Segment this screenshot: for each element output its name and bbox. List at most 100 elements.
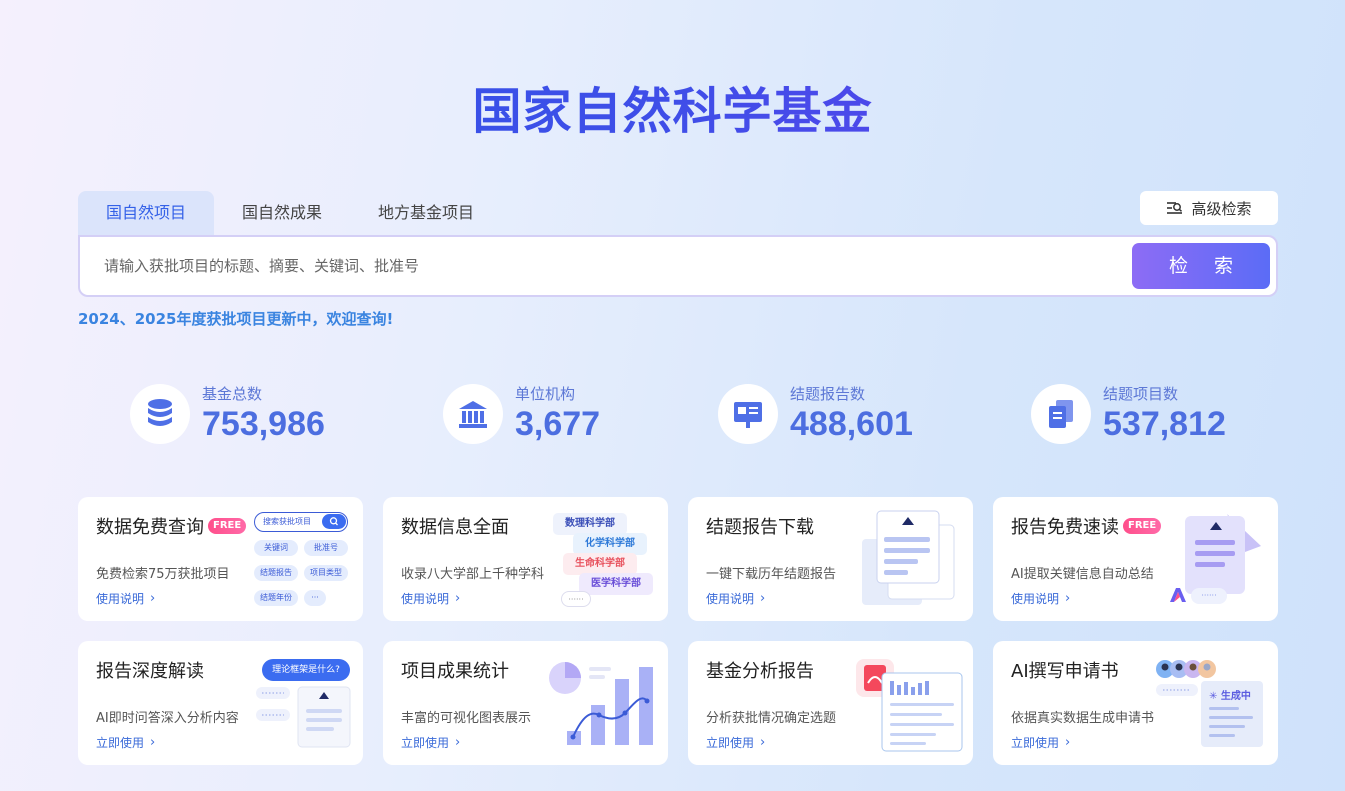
card-title: AI撰写申请书 bbox=[1011, 657, 1119, 683]
free-badge: FREE bbox=[1123, 518, 1162, 534]
card-desc: 分析获批情况确定选题 bbox=[706, 711, 837, 726]
text-line bbox=[1209, 707, 1239, 710]
documents-icon bbox=[1031, 384, 1091, 444]
card-title: 报告免费速读 FREE bbox=[1011, 513, 1162, 539]
chevron-right-icon: › bbox=[760, 735, 766, 750]
chat-document-icon bbox=[256, 686, 351, 748]
card-link[interactable]: 使用说明 › bbox=[706, 590, 765, 607]
search-input[interactable] bbox=[104, 251, 1104, 281]
search-button[interactable]: 检 索 bbox=[1132, 243, 1270, 289]
text-line bbox=[1209, 734, 1235, 737]
card-final-report-download[interactable]: 结题报告下载 一键下载历年结题报告 使用说明 › bbox=[688, 497, 973, 621]
advanced-search-button[interactable]: 高级检索 bbox=[1140, 191, 1278, 225]
card-link-text: 使用说明 bbox=[401, 592, 450, 606]
card-link[interactable]: 使用说明 › bbox=[96, 590, 155, 607]
filter-search-icon bbox=[1167, 201, 1183, 214]
card-link[interactable]: 立即使用 › bbox=[401, 734, 460, 751]
typing-bubble-icon bbox=[1156, 684, 1198, 696]
card-title-text: AI撰写申请书 bbox=[1011, 661, 1119, 682]
mini-search-icon bbox=[322, 514, 346, 529]
search-box: 检 索 bbox=[78, 235, 1278, 297]
filter-pill: 结题年份 bbox=[254, 590, 298, 606]
card-ai-write-application[interactable]: AI撰写申请书 依据真实数据生成申请书 立即使用 › ✳ 生成中 bbox=[993, 641, 1278, 765]
filter-pill: 结题报告 bbox=[254, 565, 298, 581]
update-notice: 2024、2025年度获批项目更新中，欢迎查询! bbox=[78, 310, 394, 328]
generating-status-text: 生成中 bbox=[1220, 691, 1251, 702]
chevron-right-icon: › bbox=[1065, 591, 1071, 606]
loading-spinner-icon: ✳ bbox=[1209, 691, 1218, 702]
card-link-text: 使用说明 bbox=[1011, 592, 1060, 606]
card-link[interactable]: 立即使用 › bbox=[1011, 734, 1070, 751]
card-desc: 依据真实数据生成申请书 bbox=[1011, 711, 1155, 726]
card-title: 报告深度解读 bbox=[96, 657, 204, 683]
card-link-text: 立即使用 bbox=[401, 736, 450, 750]
filter-pill: ··· bbox=[304, 590, 326, 606]
card-link[interactable]: 立即使用 › bbox=[706, 734, 765, 751]
card-title-text: 结题报告下载 bbox=[706, 517, 814, 538]
card-title: 基金分析报告 bbox=[706, 657, 814, 683]
stat-final-reports: 结题报告数 488,601 bbox=[718, 382, 913, 446]
pdf-analysis-icon bbox=[856, 659, 963, 752]
stat-label: 单位机构 bbox=[515, 385, 576, 403]
advanced-search-label: 高级检索 bbox=[1191, 199, 1252, 218]
more-tag: ······ bbox=[561, 591, 591, 607]
card-title-text: 数据免费查询 bbox=[96, 517, 204, 538]
stat-fund-total: 基金总数 753,986 bbox=[130, 382, 325, 446]
chevron-right-icon: › bbox=[150, 591, 156, 606]
card-link[interactable]: 立即使用 › bbox=[96, 734, 155, 751]
chevron-right-icon: › bbox=[455, 735, 461, 750]
card-link[interactable]: 使用说明 › bbox=[1011, 590, 1070, 607]
card-desc: AI提取关键信息自动总结 bbox=[1011, 567, 1154, 582]
generating-status: ✳ 生成中 bbox=[1209, 687, 1251, 702]
card-link-text: 立即使用 bbox=[96, 736, 145, 750]
database-icon bbox=[130, 384, 190, 444]
card-title-text: 数据信息全面 bbox=[401, 517, 509, 538]
card-title-text: 项目成果统计 bbox=[401, 661, 509, 682]
card-link-text: 立即使用 bbox=[1011, 736, 1060, 750]
card-project-achievement-stats[interactable]: 项目成果统计 丰富的可视化图表展示 立即使用 › bbox=[383, 641, 668, 765]
card-title-text: 报告深度解读 bbox=[96, 661, 204, 682]
card-free-report-speed-read[interactable]: 报告免费速读 FREE AI提取关键信息自动总结 使用说明 › ······ bbox=[993, 497, 1278, 621]
card-free-data-query[interactable]: 数据免费查询 FREE 免费检索75万获批项目 使用说明 › 搜索获批项目 关键词… bbox=[78, 497, 363, 621]
stat-value: 537,812 bbox=[1103, 405, 1226, 443]
card-comprehensive-data[interactable]: 数据信息全面 收录八大学部上千种学科 使用说明 › 数理科学部 化学科学部 生命科… bbox=[383, 497, 668, 621]
chevron-right-icon: › bbox=[1065, 735, 1071, 750]
card-title: 结题报告下载 bbox=[706, 513, 814, 539]
card-title-text: 基金分析报告 bbox=[706, 661, 814, 682]
card-desc: AI即时问答深入分析内容 bbox=[96, 711, 239, 726]
filter-pill: 关键词 bbox=[254, 540, 298, 556]
chevron-right-icon: › bbox=[455, 591, 461, 606]
card-title: 数据信息全面 bbox=[401, 513, 509, 539]
stat-institutions: 单位机构 3,677 bbox=[443, 382, 600, 446]
card-desc: 收录八大学部上千种学科 bbox=[401, 567, 545, 582]
card-report-deep-reading[interactable]: 报告深度解读 AI即时问答深入分析内容 立即使用 › 理论框架是什么? bbox=[78, 641, 363, 765]
department-tag: 数理科学部 bbox=[553, 513, 627, 535]
card-link-text: 使用说明 bbox=[706, 592, 755, 606]
search-tabs: 国自然项目 国自然成果 地方基金项目 bbox=[78, 191, 502, 235]
tab-nsfc-achievements[interactable]: 国自然成果 bbox=[214, 191, 350, 235]
card-link[interactable]: 使用说明 › bbox=[401, 590, 460, 607]
card-desc: 免费检索75万获批项目 bbox=[96, 567, 230, 582]
stat-label: 基金总数 bbox=[202, 385, 263, 403]
stat-value: 488,601 bbox=[790, 405, 913, 443]
chart-illustration-icon bbox=[549, 662, 653, 745]
stat-label: 结题项目数 bbox=[1103, 385, 1179, 403]
card-link-text: 立即使用 bbox=[706, 736, 755, 750]
stat-final-projects: 结题项目数 537,812 bbox=[1031, 382, 1226, 446]
department-tag: 医学科学部 bbox=[579, 573, 653, 595]
free-badge: FREE bbox=[208, 518, 247, 534]
ai-logo-icon bbox=[1170, 588, 1186, 602]
tab-local-fund-projects[interactable]: 地方基金项目 bbox=[350, 191, 502, 235]
department-tag: 化学科学部 bbox=[573, 533, 647, 555]
stat-value: 3,677 bbox=[515, 405, 601, 443]
department-tag: 生命科学部 bbox=[563, 553, 637, 575]
card-title-text: 报告免费速读 bbox=[1011, 517, 1119, 538]
filter-pill: 项目类型 bbox=[304, 565, 348, 581]
user-avatars-icon bbox=[1156, 660, 1216, 678]
tab-nsfc-projects[interactable]: 国自然项目 bbox=[78, 191, 215, 235]
card-fund-analysis-report[interactable]: 基金分析报告 分析获批情况确定选题 立即使用 › bbox=[688, 641, 973, 765]
institution-icon bbox=[443, 384, 503, 444]
card-link-text: 使用说明 bbox=[96, 592, 145, 606]
card-desc: 丰富的可视化图表展示 bbox=[401, 711, 532, 726]
mini-search-label: 搜索获批项目 bbox=[263, 517, 311, 526]
